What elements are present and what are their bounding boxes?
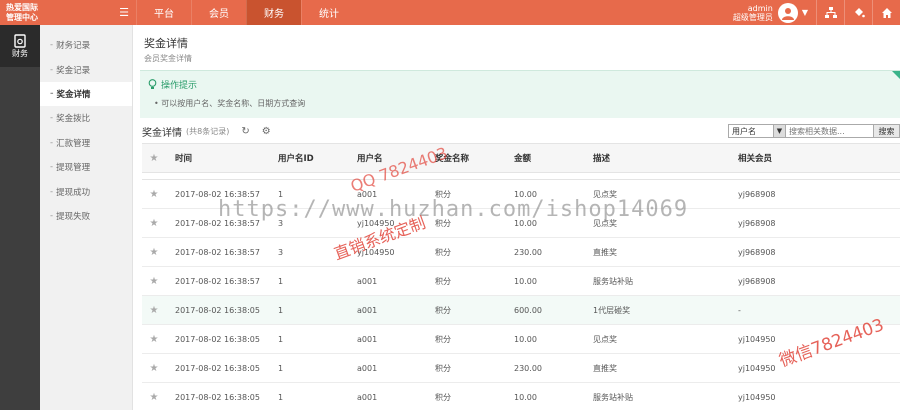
table-row[interactable]: ★ 2017-08-02 16:38:57 1 a001 积分 10.00 服务… — [142, 267, 900, 296]
bullet-icon: - — [50, 162, 54, 173]
sub-menu: - 财务记录 - 奖金记录 - 奖金详情 - 奖金拨比 - 汇款管理 - 提现管理 - 提现成… — [40, 25, 133, 410]
page-title: 奖金详情 — [144, 37, 188, 50]
brand-line2: 管理中心 — [6, 12, 38, 22]
search-input[interactable] — [786, 124, 874, 138]
table-title: 奖金详情 — [142, 127, 182, 139]
user-icon — [781, 7, 794, 20]
col-bonus-name[interactable]: 奖金名称 — [435, 152, 514, 164]
table-row[interactable]: ★ 2017-08-02 16:38:57 3 yj104950 积分 10.0… — [142, 209, 900, 238]
spacer-row — [142, 173, 900, 180]
tips-title: 操作提示 — [161, 81, 198, 91]
left-rail: 财务 — [0, 25, 40, 410]
chevron-down-icon: ▼ — [773, 125, 785, 137]
bullet-icon: - — [50, 64, 54, 75]
sub-item-remittance[interactable]: - 汇款管理 — [40, 131, 132, 155]
main-nav: 平台 会员 财务 统计 — [136, 0, 356, 25]
collapse-corner-icon[interactable] — [892, 71, 900, 79]
table-row[interactable]: ★ 2017-08-02 16:38:05 1 a001 积分 10.00 服务… — [142, 383, 900, 410]
sub-item-finance-records[interactable]: - 财务记录 — [40, 33, 132, 57]
user-role: 超级管理员 — [732, 12, 773, 22]
col-description[interactable]: 描述 — [593, 152, 738, 164]
finance-icon — [14, 33, 26, 48]
col-user-id[interactable]: 用户名ID — [278, 152, 357, 164]
table-row[interactable]: ★ 2017-08-02 16:38:05 1 a001 积分 600.00 1… — [142, 296, 900, 325]
star-icon[interactable]: ★ — [142, 189, 166, 200]
bullet-icon: - — [50, 40, 54, 51]
star-icon[interactable]: ★ — [142, 276, 166, 287]
page-header: 奖金详情 会员奖金详情 — [134, 25, 900, 64]
bullet-icon: - — [50, 210, 54, 221]
table-row[interactable]: ★ 2017-08-02 16:38:05 1 a001 积分 10.00 见点… — [142, 325, 900, 354]
table-row[interactable]: ★ 2017-08-02 16:38:57 3 yj104950 积分 230.… — [142, 238, 900, 267]
star-icon[interactable]: ★ — [142, 247, 166, 258]
nav-item-member[interactable]: 会员 — [191, 0, 246, 25]
tips-header: 操作提示 — [140, 71, 900, 91]
star-icon[interactable]: ★ — [142, 334, 166, 345]
sub-item-bonus-records[interactable]: - 奖金记录 — [40, 57, 132, 81]
sub-item-withdraw-failed[interactable]: - 提现失败 — [40, 204, 132, 228]
col-username[interactable]: 用户名 — [357, 152, 435, 164]
nav-item-platform[interactable]: 平台 — [136, 0, 191, 25]
menu-toggle-icon[interactable]: ☰ — [112, 0, 136, 25]
search-field-select[interactable]: 用户名 ▼ — [728, 124, 786, 138]
refresh-icon[interactable]: ↻ — [241, 126, 249, 137]
col-amount[interactable]: 金额 — [514, 152, 593, 164]
search-button[interactable]: 搜索 — [874, 124, 900, 138]
sub-item-bonus-ratio[interactable]: - 奖金拨比 — [40, 106, 132, 130]
star-icon[interactable]: ★ — [142, 305, 166, 316]
sitemap-icon[interactable] — [816, 0, 844, 25]
star-icon[interactable]: ★ — [142, 363, 166, 374]
tips-line: • 可以按用户名、奖金名称、日期方式查询 — [154, 99, 306, 108]
sub-item-bonus-details[interactable]: - 奖金详情 — [40, 81, 132, 107]
top-right-area: admin 超级管理员 ▼ — [733, 0, 900, 25]
brand-logo[interactable]: 热爱国际 管理中心 — [0, 0, 112, 25]
table-row[interactable]: ★ 2017-08-02 16:38:05 1 a001 积分 230.00 直… — [142, 354, 900, 383]
star-icon[interactable]: ★ — [142, 392, 166, 403]
bullet-icon: - — [50, 137, 54, 148]
search-filter: 用户名 ▼ 搜索 — [728, 124, 900, 138]
nav-item-finance[interactable]: 财务 — [246, 0, 301, 25]
bonus-table: ★ 时间 用户名ID 用户名 奖金名称 金额 描述 相关会员 ★ 2017-08… — [142, 143, 900, 410]
page-subtitle: 会员奖金详情 — [144, 54, 192, 63]
table-toolbar: 奖金详情 (共8条记录) ↻ ⚙ 用户名 ▼ 搜索 — [142, 121, 900, 141]
lightbulb-icon — [148, 79, 157, 89]
user-name: admin — [747, 3, 773, 13]
sub-item-withdraw-manage[interactable]: - 提现管理 — [40, 155, 132, 179]
bullet-icon: - — [50, 186, 54, 197]
sub-item-withdraw-success[interactable]: - 提现成功 — [40, 179, 132, 203]
star-icon[interactable]: ★ — [142, 218, 166, 229]
nav-item-stats[interactable]: 统计 — [301, 0, 356, 25]
avatar[interactable] — [777, 2, 798, 23]
chevron-down-icon[interactable]: ▼ — [802, 8, 808, 17]
table-header: ★ 时间 用户名ID 用户名 奖金名称 金额 描述 相关会员 — [142, 143, 900, 173]
paint-bucket-icon[interactable] — [844, 0, 872, 25]
star-icon[interactable]: ★ — [142, 153, 166, 164]
rail-label: 财务 — [12, 48, 28, 58]
brand-line1: 热爱国际 — [6, 2, 38, 12]
record-count: (共8条记录) — [186, 126, 230, 136]
user-info: admin 超级管理员 — [733, 4, 773, 22]
main-content: 奖金详情 会员奖金详情 操作提示 • 可以按用户名、奖金名称、日期方式查询 奖金… — [134, 25, 900, 410]
bullet-icon: - — [50, 88, 54, 99]
settings-icon[interactable]: ⚙ — [262, 126, 271, 137]
bullet-icon: - — [50, 113, 54, 124]
rail-item-finance[interactable]: 财务 — [0, 25, 40, 67]
tips-panel: 操作提示 • 可以按用户名、奖金名称、日期方式查询 — [140, 70, 900, 118]
table-row[interactable]: ★ 2017-08-02 16:38:57 1 a001 积分 10.00 见点… — [142, 180, 900, 209]
top-bar: 热爱国际 管理中心 ☰ 平台 会员 财务 统计 admin 超级管理员 ▼ — [0, 0, 900, 25]
home-icon[interactable] — [872, 0, 900, 25]
col-related-member[interactable]: 相关会员 — [738, 152, 898, 164]
col-time[interactable]: 时间 — [166, 152, 278, 164]
